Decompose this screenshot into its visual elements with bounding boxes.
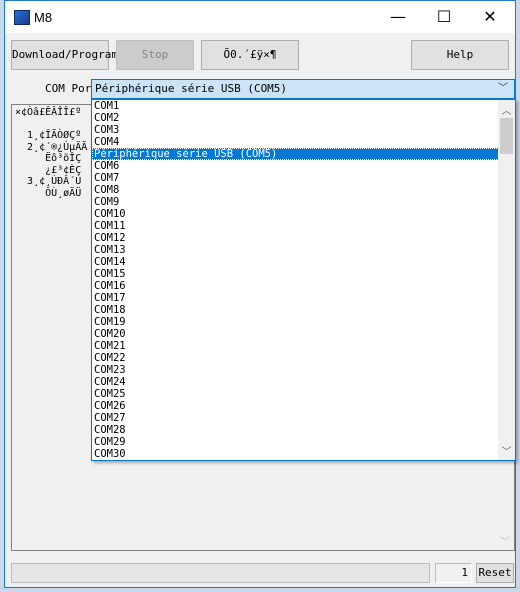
window-title: M8 [34,10,53,25]
dropdown-option[interactable]: COM9 [92,196,515,208]
dropdown-option[interactable]: COM6 [92,160,515,172]
dropdown-option[interactable]: COM24 [92,376,515,388]
chevron-down-icon: ﹀ [498,83,508,94]
dropdown-option[interactable]: COM4 [92,136,515,148]
com-port-dropdown-list[interactable]: COM1 COM2 COM3 COM4 Périphérique série USB (… [91,99,516,461]
dropdown-option[interactable]: COM3 [92,124,515,136]
scroll-down-icon[interactable]: ﹀ [498,443,515,458]
dropdown-option[interactable]: COM16 [92,280,515,292]
dropdown-option[interactable]: COM22 [92,352,515,364]
progress-bar [11,563,430,583]
dropdown-option[interactable]: COM28 [92,424,515,436]
count-field[interactable]: 1 [435,563,472,583]
minimize-button[interactable]: — [375,1,421,33]
com-port-select[interactable]: Périphérique série USB (COM5) ﹀ [91,79,515,99]
dropdown-option[interactable]: COM21 [92,340,515,352]
dropdown-option[interactable]: COM30 [92,448,515,460]
close-button[interactable]: ✕ [467,1,513,33]
garbled-button[interactable]: Õ0.´£ÿ×¶ [201,40,299,70]
main-window: M8 — ☐ ✕ Download/Program Stop Õ0.´£ÿ×¶ … [4,0,516,588]
scroll-up-icon[interactable]: ︿ [498,102,515,117]
download-program-button[interactable]: Download/Program [11,40,118,70]
dropdown-option[interactable]: COM14 [92,256,515,268]
dropdown-option[interactable]: COM12 [92,232,515,244]
dropdown-option[interactable]: COM11 [92,220,515,232]
log-text: ×¢Òâ£ÊÂÎÎ£º 1¸¢ÎÃÒØÇº 2¸¢´®¿ÚµÄÃ Ëô³öÎÇ … [15,107,88,199]
title-bar: M8 — ☐ ✕ [5,1,515,33]
dropdown-option[interactable]: COM17 [92,292,515,304]
help-button[interactable]: Help [411,40,509,70]
com-port-value: Périphérique série USB (COM5) [95,82,288,95]
dropdown-option[interactable]: COM29 [92,436,515,448]
stop-button[interactable]: Stop [116,40,194,70]
app-icon [14,10,30,25]
dropdown-option[interactable]: COM8 [92,184,515,196]
dropdown-option[interactable]: COM25 [92,388,515,400]
dropdown-option[interactable]: COM23 [92,364,515,376]
dropdown-option[interactable]: COM13 [92,244,515,256]
reset-button[interactable]: Reset [476,563,514,583]
dropdown-scrollbar[interactable]: ︿ ﹀ [498,100,515,460]
dropdown-option[interactable]: COM10 [92,208,515,220]
dropdown-option[interactable]: COM26 [92,400,515,412]
scrollbar-thumb[interactable] [500,118,513,154]
dropdown-option[interactable]: COM15 [92,268,515,280]
dropdown-option[interactable]: COM18 [92,304,515,316]
dropdown-option[interactable]: COM2 [92,112,515,124]
maximize-button[interactable]: ☐ [421,1,467,33]
scroll-down-icon[interactable]: ﹀ [500,537,510,549]
dropdown-option[interactable]: COM19 [92,316,515,328]
dropdown-option[interactable]: COM7 [92,172,515,184]
dropdown-option[interactable]: COM20 [92,328,515,340]
dropdown-option[interactable]: COM27 [92,412,515,424]
dropdown-option[interactable]: COM1 [92,100,515,112]
dropdown-option[interactable]: Périphérique série USB (COM5) [92,148,515,160]
